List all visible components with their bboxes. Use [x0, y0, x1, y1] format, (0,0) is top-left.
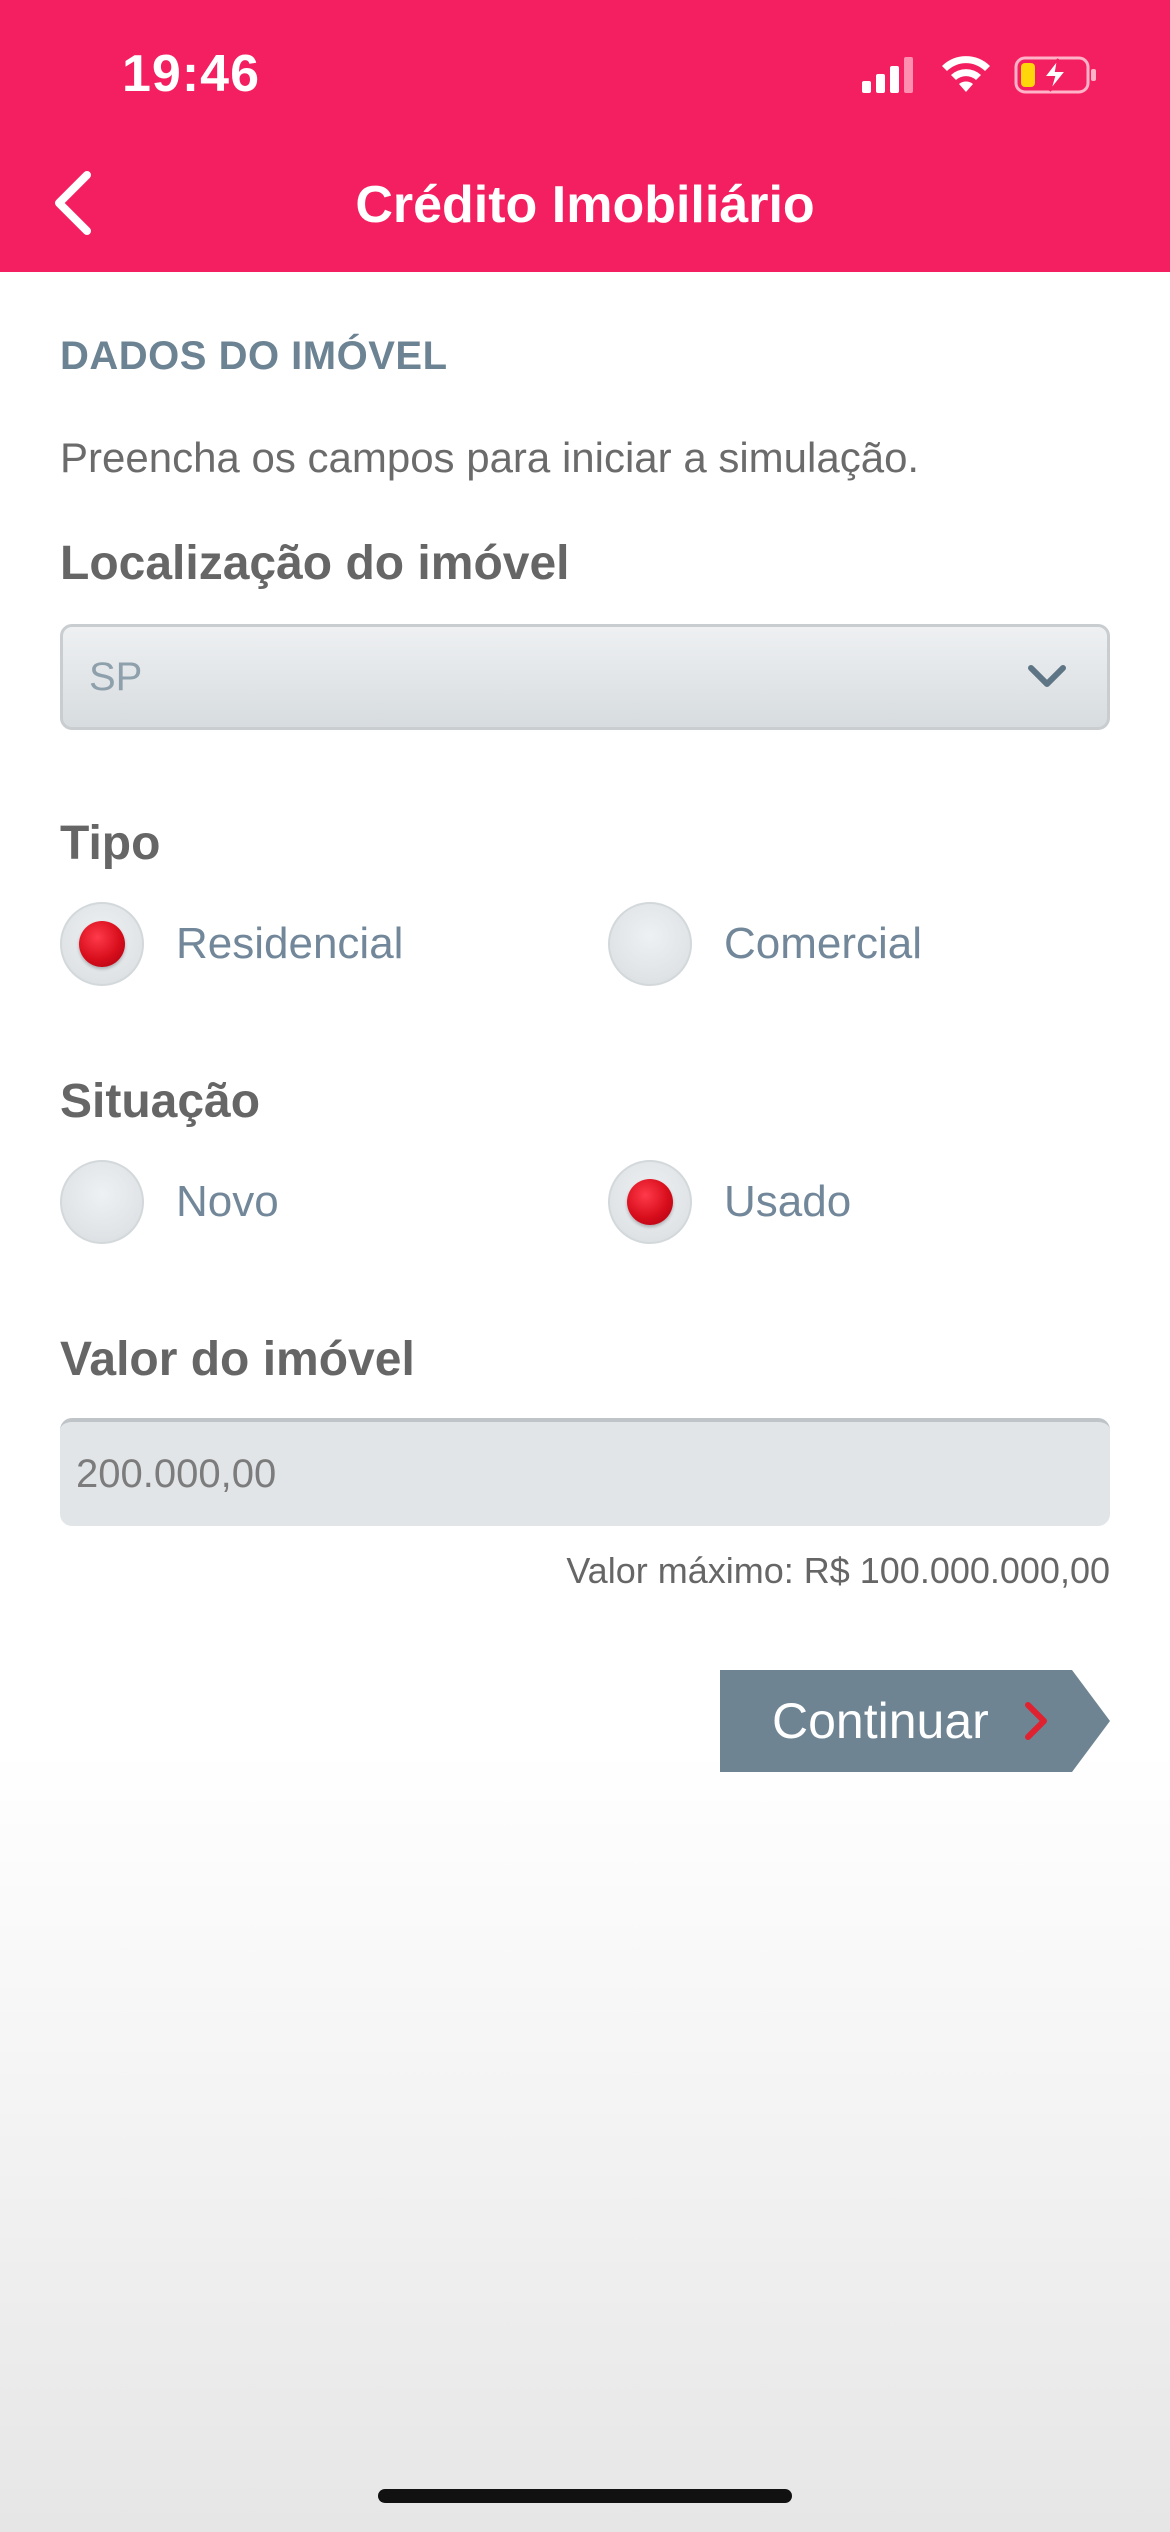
app-header: 19:46 Crédito Imobiliário	[0, 0, 1170, 272]
home-indicator[interactable]	[378, 2489, 792, 2503]
radio-option-comercial[interactable]: Comercial	[608, 902, 922, 986]
page-title: Crédito Imobiliário	[355, 176, 815, 234]
wifi-icon	[940, 55, 992, 99]
tipo-radio-group: Residencial Comercial	[60, 902, 1110, 986]
radio-option-usado[interactable]: Usado	[608, 1160, 851, 1244]
location-label: Localização do imóvel	[60, 537, 570, 590]
battery-charging-icon	[1014, 55, 1098, 100]
continue-button-label: Continuar	[772, 1693, 989, 1749]
radio-button-selected[interactable]	[60, 902, 144, 986]
radio-button-selected[interactable]	[608, 1160, 692, 1244]
radio-dot	[627, 1179, 673, 1225]
radio-button[interactable]	[608, 902, 692, 986]
continue-button[interactable]: Continuar	[720, 1670, 1110, 1772]
radio-label: Usado	[724, 1177, 852, 1226]
situacao-label: Situação	[60, 1075, 261, 1128]
valor-label: Valor do imóvel	[60, 1333, 415, 1386]
status-icons	[862, 52, 1098, 102]
signal-icon	[862, 56, 918, 98]
section-title: DADOS DO IMÓVEL	[60, 334, 448, 378]
form-subtitle: Preencha os campos para iniciar a simula…	[60, 434, 920, 481]
tipo-label: Tipo	[60, 817, 161, 870]
radio-option-novo[interactable]: Novo	[60, 1160, 279, 1244]
chevron-down-icon	[1027, 664, 1067, 690]
radio-label: Comercial	[724, 919, 923, 968]
valor-hint: Valor máximo: R$ 100.000.000,00	[566, 1550, 1110, 1591]
location-select-value: SP	[89, 654, 143, 699]
status-time: 19:46	[122, 45, 260, 103]
radio-option-residencial[interactable]: Residencial	[60, 902, 403, 986]
valor-input[interactable]: 200.000,00	[60, 1418, 1110, 1526]
radio-button[interactable]	[60, 1160, 144, 1244]
radio-label: Novo	[176, 1177, 279, 1226]
situacao-radio-group: Novo Usado	[60, 1160, 1110, 1244]
radio-dot	[79, 921, 125, 967]
location-select[interactable]: SP	[60, 624, 1110, 730]
radio-label: Residencial	[176, 919, 404, 968]
